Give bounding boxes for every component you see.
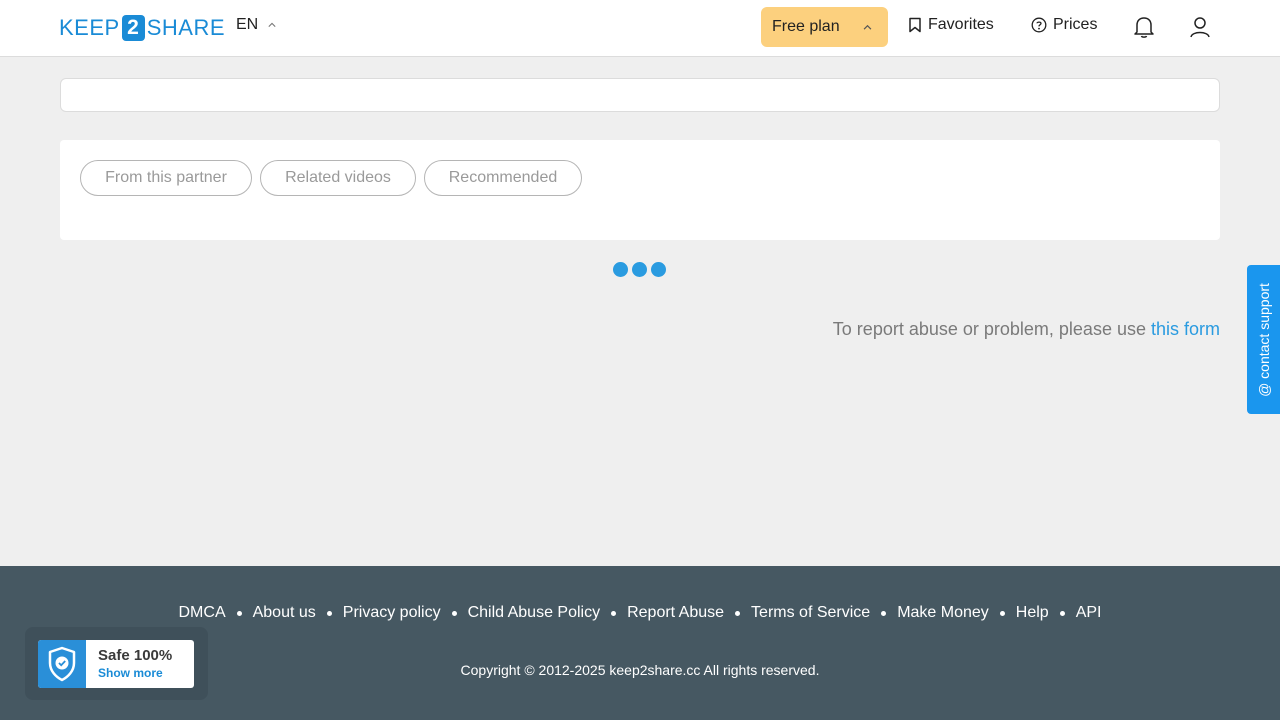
safe-badge-title: Safe 100% — [98, 647, 173, 664]
logo-share: SHARE — [146, 15, 225, 40]
language-selector[interactable]: EN — [236, 16, 276, 34]
separator-dot — [451, 610, 457, 616]
separator-dot — [326, 610, 332, 616]
separator-dot — [881, 610, 887, 616]
bookmark-icon — [909, 17, 921, 33]
free-plan-button[interactable]: Free plan — [761, 7, 888, 47]
prices-label: Prices — [1053, 16, 1098, 33]
separator-dot — [735, 610, 741, 616]
help-circle-icon — [1031, 17, 1047, 33]
separator-dot — [236, 610, 242, 616]
footer-link-help[interactable]: Help — [1016, 604, 1049, 622]
footer-link-api[interactable]: API — [1076, 604, 1102, 622]
footer-link-child-abuse-policy[interactable]: Child Abuse Policy — [468, 604, 601, 622]
favorites-link[interactable]: Favorites — [908, 16, 994, 34]
footer-link-dmca[interactable]: DMCA — [179, 604, 226, 622]
favorites-label: Favorites — [928, 16, 994, 33]
loading-dot — [632, 262, 647, 277]
safe-badge-show-more[interactable]: Show more — [98, 666, 163, 680]
contact-support-tab[interactable]: @ contact support — [1247, 265, 1280, 414]
user-icon[interactable] — [1189, 15, 1211, 39]
safe-badge[interactable]: Safe 100% Show more — [25, 627, 208, 700]
separator-dot — [1059, 610, 1065, 616]
safe-badge-card[interactable]: Safe 100% Show more — [38, 640, 194, 688]
footer-link-privacy-policy[interactable]: Privacy policy — [343, 604, 441, 622]
logo-keep: KEEP — [59, 15, 120, 40]
loading-dot — [613, 262, 628, 277]
shield-check-icon — [38, 640, 86, 688]
loading-indicator — [613, 262, 666, 277]
tab-recommended[interactable]: Recommended — [424, 160, 582, 196]
footer-link-terms-of-service[interactable]: Terms of Service — [751, 604, 870, 622]
report-form-link[interactable]: this form — [1151, 319, 1220, 339]
report-text: To report abuse or problem, please use — [832, 319, 1151, 339]
tab-related-videos[interactable]: Related videos — [260, 160, 416, 196]
footer-links: DMCA About us Privacy policy Child Abuse… — [0, 604, 1280, 622]
logo[interactable]: KEEP 2 SHARE — [59, 14, 225, 42]
separator-dot — [999, 610, 1005, 616]
logo-two: 2 — [121, 15, 145, 41]
language-label: EN — [236, 16, 259, 33]
tab-from-this-partner[interactable]: From this partner — [80, 160, 252, 196]
footer-link-make-money[interactable]: Make Money — [897, 604, 989, 622]
prices-link[interactable]: Prices — [1031, 16, 1097, 34]
chevron-up-icon — [863, 24, 872, 30]
chevron-up-icon — [268, 22, 276, 27]
footer-link-report-abuse[interactable]: Report Abuse — [627, 604, 724, 622]
separator-dot — [611, 610, 617, 616]
bell-icon[interactable] — [1133, 15, 1155, 39]
related-content-panel: From this partner Related videos Recomme… — [60, 140, 1220, 240]
loading-dot — [651, 262, 666, 277]
contact-support-label: @ contact support — [1255, 282, 1272, 397]
header: KEEP 2 SHARE EN Free plan Favorites Prices — [0, 0, 1280, 57]
search-bar[interactable] — [60, 78, 1220, 112]
report-abuse-text: To report abuse or problem, please use t… — [833, 319, 1220, 340]
plan-label: Free plan — [772, 18, 840, 35]
footer-link-about-us[interactable]: About us — [253, 604, 316, 622]
